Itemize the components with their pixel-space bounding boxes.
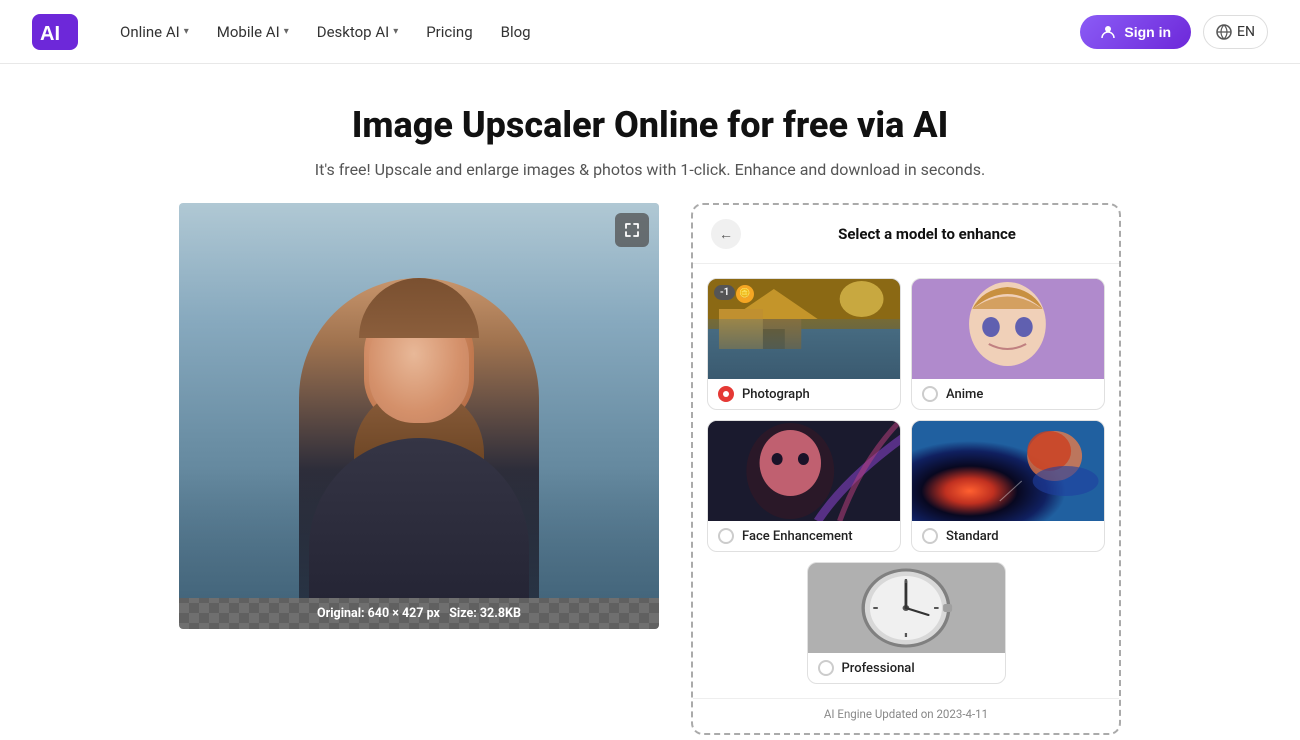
anime-scene-icon	[912, 279, 1104, 379]
main-content: Original: 640 × 427 px Size: 32.8KB ← Se…	[0, 203, 1300, 735]
model-label-face-enhancement: Face Enhancement	[708, 521, 900, 551]
model-grid: -1 🪙 Photograph	[693, 264, 1119, 698]
sign-in-button[interactable]: Sign in	[1080, 15, 1191, 49]
image-panel: Original: 640 × 427 px Size: 32.8KB	[179, 203, 659, 629]
nav-links: Online AI ▾ Mobile AI ▾ Desktop AI ▾ Pri…	[110, 17, 1048, 47]
model-image-standard	[912, 421, 1104, 521]
model-card-face-enhancement[interactable]: Face Enhancement	[707, 420, 901, 552]
expand-icon	[624, 222, 640, 238]
model-image-professional	[808, 563, 1005, 653]
model-selector-footer: AI Engine Updated on 2023-4-11	[693, 698, 1119, 733]
radio-anime[interactable]	[922, 386, 938, 402]
model-card-standard[interactable]: Standard	[911, 420, 1105, 552]
model-selector-header: ← Select a model to enhance	[693, 205, 1119, 264]
image-size-text: Size: 32.8KB	[449, 606, 521, 621]
nav-item-desktop-ai[interactable]: Desktop AI ▾	[307, 17, 409, 47]
radio-photograph[interactable]	[718, 386, 734, 402]
nav-item-blog[interactable]: Blog	[491, 17, 541, 47]
model-label-standard: Standard	[912, 521, 1104, 551]
uploaded-image	[179, 203, 659, 598]
standard-scene-icon	[912, 421, 1104, 521]
badge-minus1: -1	[714, 285, 735, 300]
language-button[interactable]: EN	[1203, 15, 1268, 49]
model-card-photograph[interactable]: -1 🪙 Photograph	[707, 278, 901, 410]
radio-standard[interactable]	[922, 528, 938, 544]
chevron-down-icon: ▾	[184, 26, 189, 37]
badge-coin: 🪙	[736, 285, 754, 303]
model-image-face-enhancement	[708, 421, 900, 521]
model-label-professional: Professional	[808, 653, 1005, 683]
image-info-bar: Original: 640 × 427 px Size: 32.8KB	[179, 598, 659, 629]
radio-face-enhancement[interactable]	[718, 528, 734, 544]
chevron-down-icon: ▾	[284, 26, 289, 37]
hero-subtitle: It's free! Upscale and enlarge images & …	[20, 160, 1280, 179]
image-panel-inner: Original: 640 × 427 px Size: 32.8KB	[179, 203, 659, 629]
page-title: Image Upscaler Online for free via AI	[20, 104, 1280, 146]
model-selector-panel: ← Select a model to enhance -1 🪙	[691, 203, 1121, 735]
image-info-text: Original: 640 × 427 px	[317, 606, 440, 621]
expand-button[interactable]	[615, 213, 649, 247]
navbar: AI Online AI ▾ Mobile AI ▾ Desktop AI ▾ …	[0, 0, 1300, 64]
model-selector-title: Select a model to enhance	[753, 225, 1101, 243]
chevron-down-icon: ▾	[393, 26, 398, 37]
nav-right: Sign in EN	[1080, 15, 1268, 49]
model-card-anime[interactable]: Anime	[911, 278, 1105, 410]
back-button[interactable]: ←	[711, 219, 741, 249]
hero-section: Image Upscaler Online for free via AI It…	[0, 64, 1300, 203]
model-image-anime	[912, 279, 1104, 379]
svg-text:AI: AI	[40, 23, 60, 45]
nav-item-online-ai[interactable]: Online AI ▾	[110, 17, 199, 47]
logo-icon: AI	[32, 14, 78, 50]
model-label-photograph: Photograph	[708, 379, 900, 409]
professional-scene-icon	[808, 563, 1005, 653]
nav-item-pricing[interactable]: Pricing	[416, 17, 482, 47]
model-image-photograph: -1 🪙	[708, 279, 900, 379]
nav-item-mobile-ai[interactable]: Mobile AI ▾	[207, 17, 299, 47]
logo[interactable]: AI	[32, 14, 78, 50]
face-scene-icon	[708, 421, 900, 521]
radio-professional[interactable]	[818, 660, 834, 676]
model-label-anime: Anime	[912, 379, 1104, 409]
model-card-professional[interactable]: Professional	[807, 562, 1006, 684]
globe-icon	[1216, 24, 1232, 40]
user-icon	[1100, 24, 1116, 40]
